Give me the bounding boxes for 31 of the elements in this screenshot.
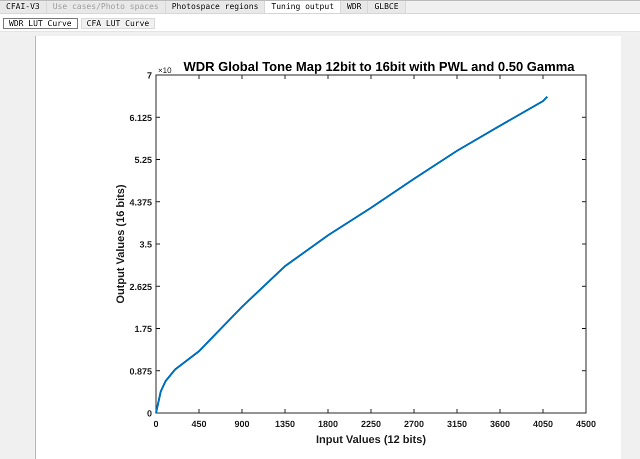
x-tick-label: 450 bbox=[191, 419, 207, 429]
x-tick-label: 2700 bbox=[404, 419, 424, 429]
x-tick-label: 2250 bbox=[360, 419, 382, 429]
y-tick-label: 4.375 bbox=[129, 197, 152, 208]
x-tick-label: 1350 bbox=[274, 419, 296, 429]
tab[interactable]: WDR bbox=[341, 1, 368, 13]
tab[interactable]: GLBCE bbox=[368, 1, 406, 13]
x-tick-label: 1800 bbox=[318, 419, 338, 429]
tab[interactable]: CFAI-V3 bbox=[0, 1, 47, 13]
y-tick-label: 3.5 bbox=[139, 240, 152, 250]
tab[interactable]: Photospace regions bbox=[166, 1, 266, 13]
y-tick-label: 2.625 bbox=[129, 282, 152, 292]
x-tick-label: 4500 bbox=[576, 419, 596, 429]
y-tick-label: 7 bbox=[146, 70, 152, 80]
x-axis-label: Input Values (12 bits) bbox=[316, 434, 426, 446]
x-tick-label: 0 bbox=[154, 419, 158, 429]
y-tick-label: 5.25 bbox=[134, 155, 152, 165]
y-tick-label: 6.125 bbox=[129, 112, 152, 123]
axis-exponent: ×10 bbox=[158, 66, 172, 75]
y-tick-label: 1.75 bbox=[134, 324, 152, 334]
x-tick-label: 3600 bbox=[490, 419, 510, 429]
x-tick-label: 3150 bbox=[446, 419, 468, 429]
x-tick-label: 900 bbox=[234, 419, 250, 429]
chart-title: WDR Global Tone Map 12bit to 16bit with PWL and 0.50 Gamma bbox=[184, 59, 574, 74]
y-tick-label: 0.875 bbox=[129, 366, 152, 376]
x-tick-label: 4050 bbox=[532, 419, 554, 429]
y-tick-label: 0 bbox=[146, 408, 152, 418]
tab[interactable]: CFA LUT Curve bbox=[80, 18, 156, 29]
y-axis-label: Output Values (16 bits) bbox=[115, 184, 127, 304]
tab[interactable]: WDR LUT Curve bbox=[3, 18, 78, 29]
tab[interactable]: Tuning output bbox=[265, 1, 342, 13]
